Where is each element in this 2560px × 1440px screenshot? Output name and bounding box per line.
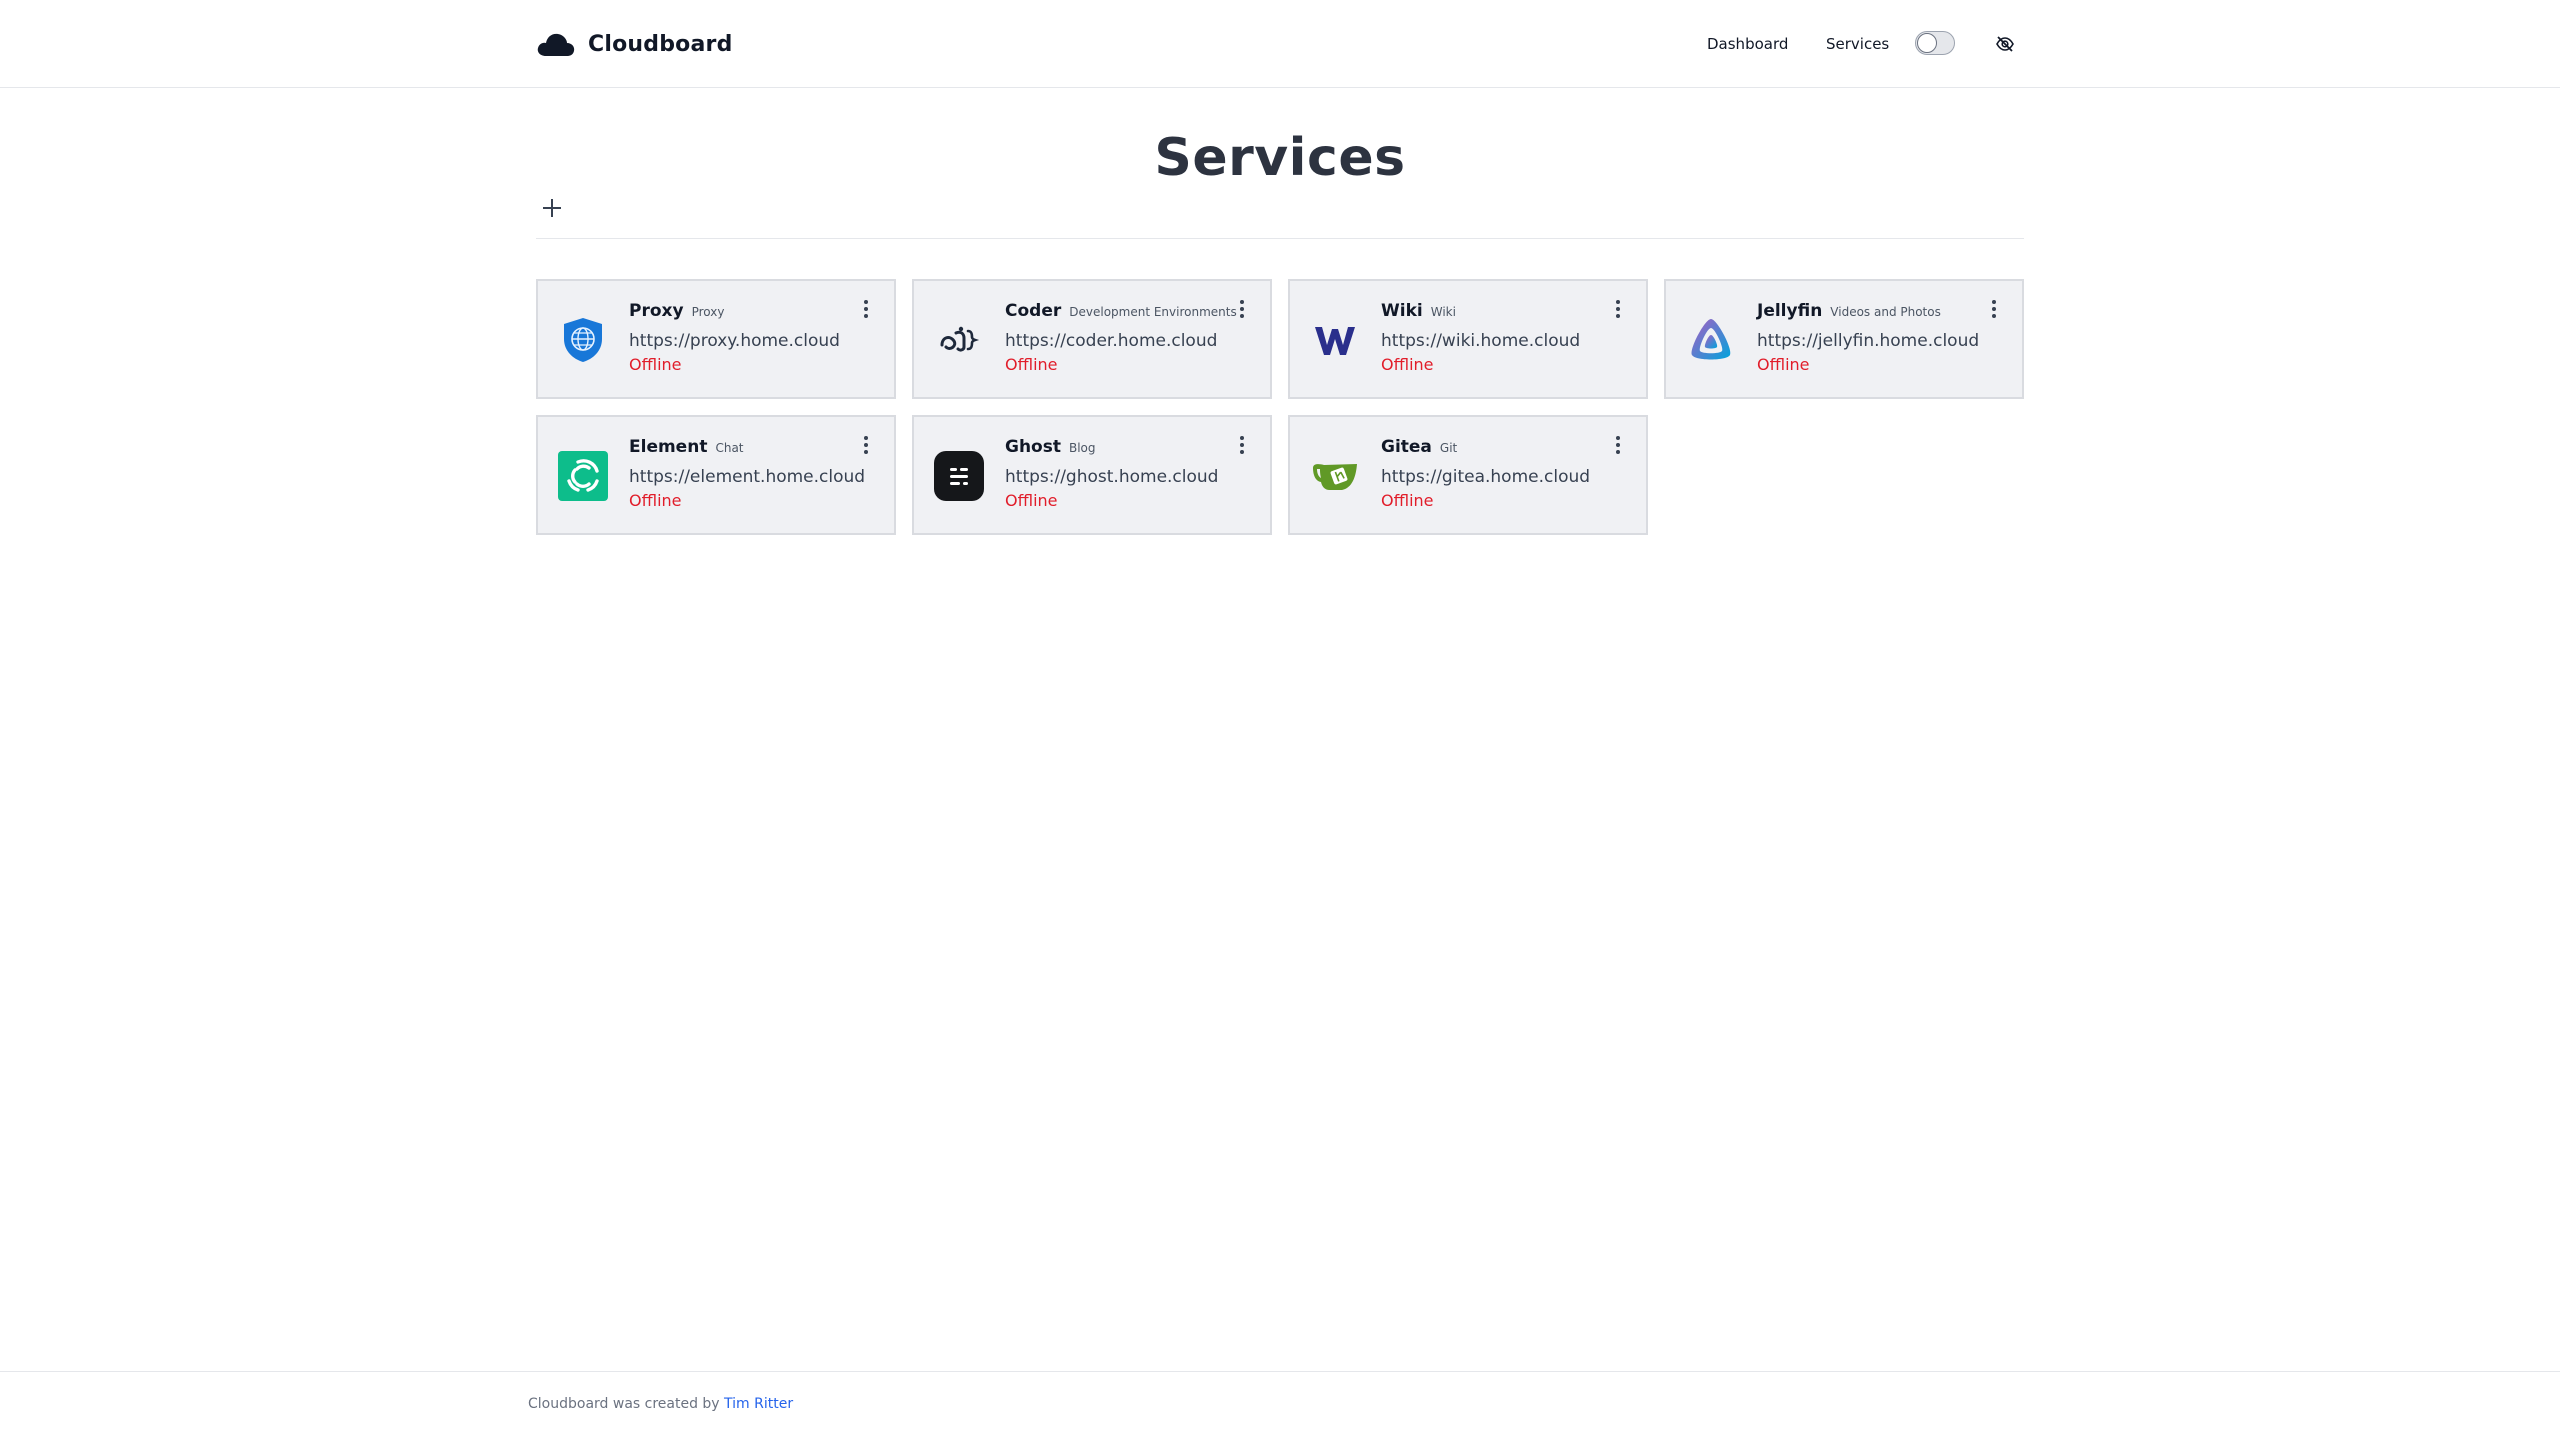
service-url: https://proxy.home.cloud [629,331,840,351]
service-status: Offline [629,355,682,374]
service-category: Proxy [691,305,725,319]
card-title-row: Ghost Blog [1005,437,1096,457]
footer: Cloudboard was created by Tim Ritter [528,1396,793,1412]
footer-author-link[interactable]: Tim Ritter [724,1396,793,1412]
cloud-logo-icon [537,33,575,56]
add-service-button[interactable] [540,196,564,220]
toggle-knob [1917,33,1937,53]
service-name: Jellyfin [1757,301,1823,321]
jellyfin-icon [1686,315,1736,365]
globe-shield-icon [558,315,608,365]
card-title-row: Gitea Git [1381,437,1457,457]
service-category: Wiki [1430,305,1456,319]
service-card-proxy[interactable]: Proxy Proxy https://proxy.home.cloud Off… [536,279,896,399]
brand-name: Cloudboard [588,31,733,57]
footer-text: Cloudboard was created by [528,1396,725,1412]
service-card-gitea[interactable]: Gitea Git https://gitea.home.cloud Offli… [1288,415,1648,535]
card-title-row: Proxy Proxy [629,301,724,321]
page: Cloudboard Dashboard Services Services P… [0,0,2560,1440]
service-category: Development Environments [1069,305,1237,319]
card-title-row: Element Chat [629,437,744,457]
service-status: Offline [629,491,682,510]
card-menu-icon[interactable] [1610,297,1626,321]
service-url: https://wiki.home.cloud [1381,331,1581,351]
service-card-ghost[interactable]: Ghost Blog https://ghost.home.cloud Offl… [912,415,1272,535]
service-name: Proxy [629,301,684,321]
service-category: Videos and Photos [1830,305,1941,319]
card-menu-icon[interactable] [1234,433,1250,457]
card-menu-icon[interactable] [858,297,874,321]
nav-link-dashboard[interactable]: Dashboard [1707,35,1788,53]
coder-icon [934,315,984,365]
plus-icon [543,199,561,217]
nav-services: Services [1826,27,1889,61]
service-name: Element [629,437,708,457]
service-card-jellyfin[interactable]: Jellyfin Videos and Photos https://jelly… [1664,279,2024,399]
gitea-teacup-icon [1310,451,1360,501]
theme-toggle[interactable] [1915,31,1955,55]
wiki-w-icon [1310,315,1360,365]
card-title-row: Jellyfin Videos and Photos [1757,301,1941,321]
service-url: https://gitea.home.cloud [1381,467,1591,487]
service-status: Offline [1005,491,1058,510]
service-url: https://element.home.cloud [629,467,866,487]
service-category: Blog [1068,441,1096,455]
card-title-row: Wiki Wiki [1381,301,1456,321]
card-menu-icon[interactable] [1610,433,1626,457]
eye-off-icon[interactable] [1995,34,2015,54]
card-menu-icon[interactable] [858,433,874,457]
service-url: https://coder.home.cloud [1005,331,1218,351]
service-status: Offline [1757,355,1810,374]
service-name: Ghost [1005,437,1061,457]
card-menu-icon[interactable] [1234,297,1250,321]
service-name: Wiki [1381,301,1423,321]
service-url: https://jellyfin.home.cloud [1757,331,1980,351]
service-name: Gitea [1381,437,1432,457]
service-name: Coder [1005,301,1062,321]
service-card-coder[interactable]: Coder Development Environments https://c… [912,279,1272,399]
page-title: Services [1154,128,1406,188]
top-navbar: Cloudboard Dashboard Services [0,0,2560,88]
element-icon [558,451,608,501]
service-category: Git [1439,441,1458,455]
service-category: Chat [715,441,744,455]
card-menu-icon[interactable] [1986,297,2002,321]
service-card-wiki[interactable]: Wiki Wiki https://wiki.home.cloud Offlin… [1288,279,1648,399]
ghost-icon [934,451,984,501]
brand-link[interactable]: Cloudboard [536,27,733,61]
service-status: Offline [1381,491,1434,510]
title-divider [536,238,2024,239]
nav-link-services[interactable]: Services [1826,35,1889,53]
service-status: Offline [1381,355,1434,374]
card-title-row: Coder Development Environments [1005,301,1237,321]
footer-divider [0,1371,2560,1372]
service-url: https://ghost.home.cloud [1005,467,1219,487]
service-status: Offline [1005,355,1058,374]
service-card-element[interactable]: Element Chat https://element.home.cloud … [536,415,896,535]
nav-dashboard: Dashboard [1707,27,1788,61]
